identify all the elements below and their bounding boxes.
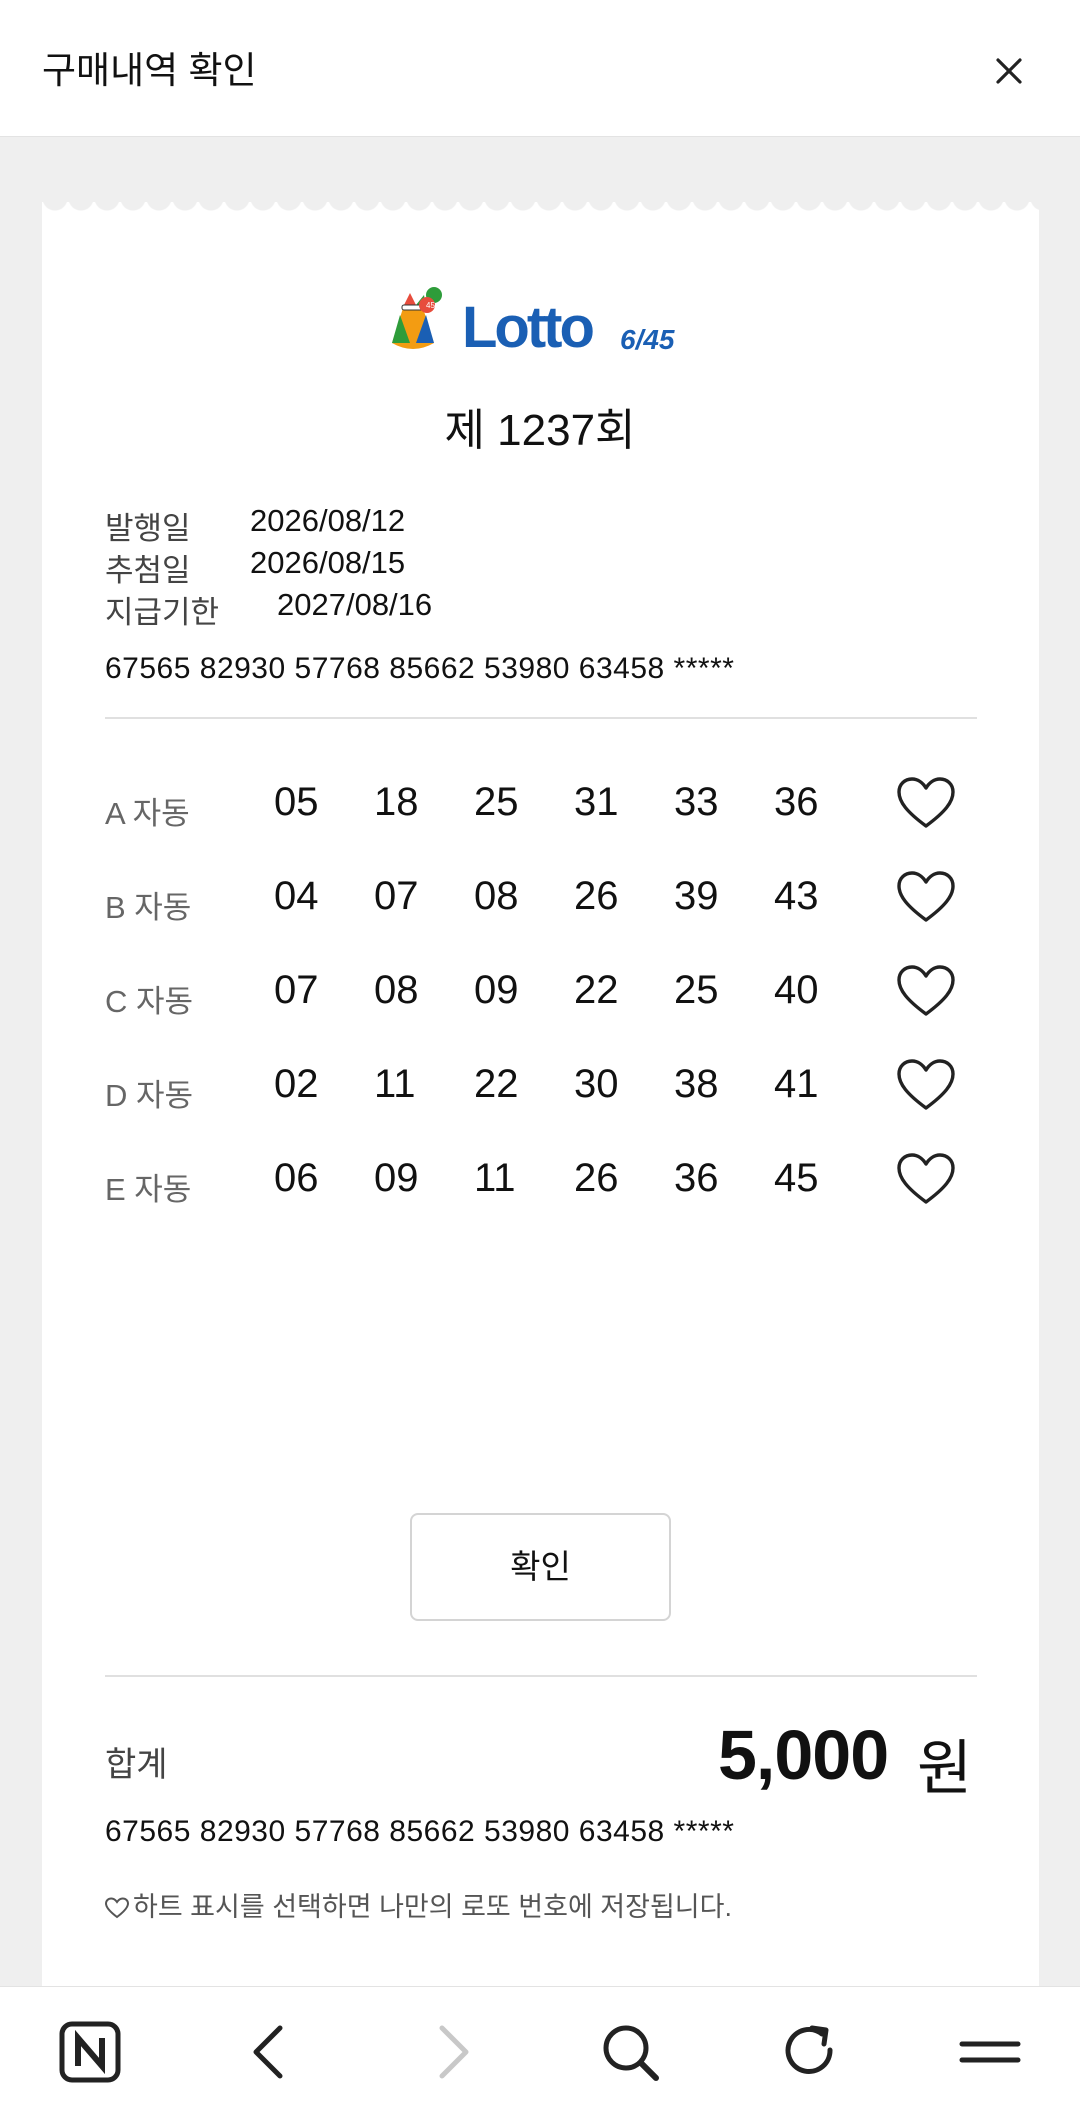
search-icon[interactable] bbox=[598, 2020, 662, 2084]
ticket-serial: 67565 82930 57768 85662 53980 63458 ****… bbox=[105, 652, 735, 685]
game-label: A 자동 bbox=[105, 796, 190, 831]
confirm-button[interactable]: 확인 bbox=[410, 1513, 671, 1621]
logo-badge: 45 bbox=[426, 301, 435, 310]
logo-suffix: 6/45 bbox=[620, 324, 675, 355]
top-bar: 구매내역 확인 bbox=[0, 0, 1080, 137]
draw-date-label: 추첨일 bbox=[105, 553, 191, 588]
issue-date-value: 2026/08/12 bbox=[250, 503, 406, 538]
game-label: B 자동 bbox=[105, 890, 192, 925]
lotto-number: 40 bbox=[774, 968, 819, 1012]
heart-icon[interactable] bbox=[895, 774, 957, 832]
issue-date-label: 발행일 bbox=[105, 511, 191, 546]
ticket-serial-bottom: 67565 82930 57768 85662 53980 63458 ****… bbox=[105, 1815, 735, 1848]
refresh-icon[interactable] bbox=[778, 2020, 842, 2084]
divider bbox=[105, 717, 977, 719]
game-row: E 자동 06 09 11 26 36 45 bbox=[0, 1153, 1080, 1216]
lotto-number: 02 bbox=[274, 1062, 319, 1106]
naver-home-icon[interactable] bbox=[58, 2020, 122, 2084]
menu-icon[interactable] bbox=[958, 2020, 1022, 2084]
game-row: C 자동 07 08 09 22 25 40 bbox=[0, 965, 1080, 1028]
lotto-number: 39 bbox=[674, 874, 719, 918]
lotto-number: 25 bbox=[674, 968, 719, 1012]
total-label: 합계 bbox=[105, 1746, 168, 1784]
lotto-number: 30 bbox=[574, 1062, 619, 1106]
page-title: 구매내역 확인 bbox=[42, 50, 257, 91]
logo-brand: Lotto bbox=[462, 295, 593, 360]
game-row: D 자동 02 11 22 30 38 41 bbox=[0, 1059, 1080, 1122]
lotto-logo: 45 Lotto 6/45 bbox=[392, 287, 675, 360]
lotto-number: 05 bbox=[274, 780, 319, 824]
heart-icon[interactable] bbox=[895, 962, 957, 1020]
lotto-number: 06 bbox=[274, 1156, 319, 1200]
payment-deadline-value: 2027/08/16 bbox=[277, 587, 433, 622]
lotto-number: 22 bbox=[574, 968, 619, 1012]
ticket-scallop-edge bbox=[42, 198, 1039, 214]
payment-deadline-label: 지급기한 bbox=[105, 595, 220, 630]
forward-icon[interactable] bbox=[420, 2020, 484, 2084]
lotto-number: 31 bbox=[574, 780, 619, 824]
lotto-number: 36 bbox=[674, 1156, 719, 1200]
lotto-number: 04 bbox=[274, 874, 319, 918]
browser-nav-bar bbox=[0, 1986, 1080, 2116]
heart-icon[interactable] bbox=[895, 1150, 957, 1208]
lotto-number: 18 bbox=[374, 780, 419, 824]
game-label: E 자동 bbox=[105, 1172, 192, 1207]
game-label: C 자동 bbox=[105, 984, 194, 1019]
game-row: B 자동 04 07 08 26 39 43 bbox=[0, 871, 1080, 934]
lotto-number: 33 bbox=[674, 780, 719, 824]
lotto-number: 43 bbox=[774, 874, 819, 918]
back-icon[interactable] bbox=[238, 2020, 302, 2084]
heart-icon[interactable] bbox=[895, 868, 957, 926]
round-number: 제 1237회 bbox=[444, 406, 636, 455]
lotto-bag-icon bbox=[392, 287, 442, 349]
lotto-number: 07 bbox=[274, 968, 319, 1012]
lotto-number: 26 bbox=[574, 874, 619, 918]
lotto-number: 08 bbox=[474, 874, 519, 918]
total-amount: 5,000 bbox=[718, 1716, 889, 1794]
divider bbox=[105, 1675, 977, 1677]
heart-icon[interactable] bbox=[895, 1056, 957, 1114]
game-row: A 자동 05 18 25 31 33 36 bbox=[0, 777, 1080, 840]
close-icon[interactable] bbox=[986, 48, 1032, 94]
lotto-number: 08 bbox=[374, 968, 419, 1012]
draw-date-value: 2026/08/15 bbox=[250, 545, 406, 580]
game-label: D 자동 bbox=[105, 1078, 194, 1113]
heart-icon bbox=[105, 1897, 129, 1919]
lotto-number: 38 bbox=[674, 1062, 719, 1106]
lotto-number: 11 bbox=[374, 1062, 416, 1106]
lotto-number: 09 bbox=[474, 968, 519, 1012]
lotto-number: 26 bbox=[574, 1156, 619, 1200]
total-unit: 원 bbox=[917, 1735, 973, 1802]
lotto-number: 25 bbox=[474, 780, 519, 824]
lotto-number: 11 bbox=[474, 1156, 516, 1200]
lotto-number: 36 bbox=[774, 780, 819, 824]
lotto-number: 09 bbox=[374, 1156, 419, 1200]
lotto-number: 22 bbox=[474, 1062, 519, 1106]
lotto-number: 45 bbox=[774, 1156, 819, 1200]
notice-text: 하트 표시를 선택하면 나만의 로또 번호에 저장됩니다. bbox=[133, 1892, 732, 1922]
notice: 하트 표시를 선택하면 나만의 로또 번호에 저장됩니다. bbox=[105, 1885, 732, 1924]
lotto-number: 41 bbox=[774, 1062, 819, 1106]
lotto-number: 07 bbox=[374, 874, 419, 918]
